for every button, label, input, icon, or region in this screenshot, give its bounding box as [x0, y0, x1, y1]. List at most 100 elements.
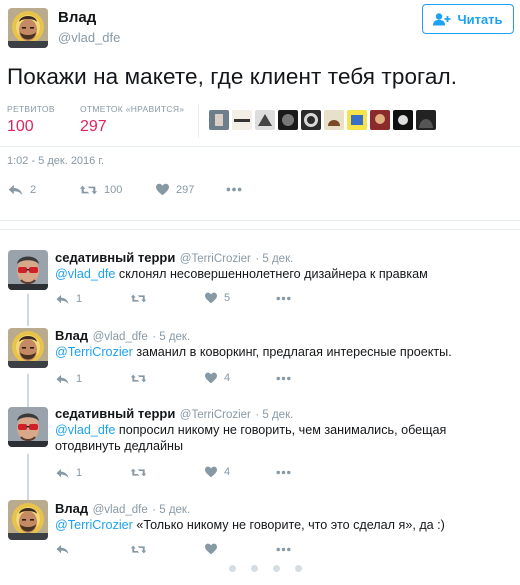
liker-avatar[interactable]	[278, 110, 298, 130]
reply-avatar[interactable]	[8, 328, 48, 368]
like-button[interactable]: 5	[204, 292, 230, 304]
reply-count: 1	[76, 293, 83, 305]
reply-button[interactable]: 2	[7, 184, 36, 196]
author-name[interactable]: Влад	[58, 9, 96, 26]
retweets-label: РЕТВИТОВ	[7, 104, 55, 114]
reply-avatar[interactable]	[8, 500, 48, 540]
retweet-button[interactable]	[130, 373, 147, 384]
retweet-icon	[130, 373, 147, 384]
liker-avatar[interactable]	[370, 110, 390, 130]
like-button[interactable]: 297	[155, 183, 194, 196]
liker-avatar[interactable]	[232, 110, 252, 130]
reply-icon	[55, 544, 70, 555]
liker-avatar[interactable]	[416, 110, 436, 130]
reply-author-name[interactable]: Влад	[55, 328, 88, 343]
reply-date[interactable]: 5 дек.	[262, 253, 293, 265]
more-button[interactable]	[276, 296, 291, 301]
retweet-count: 100	[104, 184, 123, 196]
mention-link[interactable]: @TerriCrozier	[55, 518, 133, 532]
liker-avatar[interactable]	[301, 110, 321, 130]
liker-avatar[interactable]	[347, 110, 367, 130]
like-button[interactable]	[204, 543, 218, 555]
reply-date[interactable]: 5 дек.	[159, 504, 190, 516]
reply-date[interactable]: 5 дек.	[159, 331, 190, 343]
likers-avatars[interactable]	[209, 110, 436, 130]
reply-author-handle[interactable]: @TerriCrozier	[180, 253, 251, 265]
likes-label: ОТМЕТОК «НРАВИТСЯ»	[80, 104, 185, 114]
like-button[interactable]: 4	[204, 466, 230, 478]
reply-icon	[7, 184, 24, 196]
mention-link[interactable]: @vlad_dfe	[55, 267, 115, 281]
reply-count: 1	[76, 467, 83, 479]
thread-line	[27, 454, 29, 500]
follow-button[interactable]: Читать	[422, 4, 514, 34]
retweet-icon	[130, 544, 147, 555]
page-dot[interactable]	[251, 565, 258, 572]
heart-icon	[155, 183, 170, 196]
author-avatar[interactable]	[8, 8, 48, 48]
like-count: 5	[224, 292, 231, 304]
reply-author-handle[interactable]: @vlad_dfe	[93, 504, 148, 516]
more-button[interactable]	[276, 547, 291, 552]
retweet-button[interactable]	[130, 293, 147, 304]
retweets-value: 100	[7, 118, 34, 135]
retweets-stat[interactable]: РЕТВИТОВ 100	[7, 104, 55, 136]
reply-author-name[interactable]: седативный терри	[55, 406, 175, 421]
retweet-button[interactable]: 100	[79, 184, 122, 196]
reply-count: 2	[30, 184, 37, 196]
likes-value: 297	[80, 118, 107, 135]
author-handle[interactable]: @vlad_dfe	[58, 30, 120, 45]
reply-text: @TerriCrozier «Только никому не говорите…	[55, 518, 445, 532]
tweet-timestamp[interactable]: 1:02 - 5 дек. 2016 г.	[7, 155, 104, 167]
reply-text: @TerriCrozier заманил в коворкинг, предл…	[55, 345, 452, 359]
reply-text: @vlad_dfe склонял несовершеннолетнего ди…	[55, 267, 428, 281]
liker-avatar[interactable]	[324, 110, 344, 130]
more-icon	[276, 547, 291, 552]
stats-divider	[198, 104, 199, 138]
mention-link[interactable]: @TerriCrozier	[55, 345, 133, 359]
heart-icon	[204, 466, 218, 478]
reply-author-handle[interactable]: @TerriCrozier	[180, 409, 251, 421]
mention-link[interactable]: @vlad_dfe	[55, 423, 115, 437]
reply-header: Влад @vlad_dfe · 5 дек.	[55, 328, 191, 343]
reply-button[interactable]	[55, 544, 70, 555]
retweet-button[interactable]	[130, 544, 147, 555]
reply-avatar[interactable]	[8, 407, 48, 447]
page-indicator[interactable]	[229, 565, 302, 572]
reply-count: 1	[76, 373, 83, 385]
likes-stat[interactable]: ОТМЕТОК «НРАВИТСЯ» 297	[80, 104, 184, 136]
reply-text: @vlad_dfe попросил никому не говорить, ч…	[55, 423, 447, 453]
more-icon	[276, 376, 291, 381]
follow-icon	[433, 12, 451, 25]
reply-avatar[interactable]	[8, 250, 48, 290]
reply-icon	[55, 294, 70, 305]
retweet-button[interactable]	[130, 467, 147, 478]
page-dot[interactable]	[229, 565, 236, 572]
more-button[interactable]	[276, 470, 291, 475]
retweet-icon	[79, 184, 98, 196]
reply-button[interactable]: 1	[55, 467, 82, 479]
reply-button[interactable]: 1	[55, 293, 82, 305]
reply-author-name[interactable]: седативный терри	[55, 250, 175, 265]
reply-header: Влад @vlad_dfe · 5 дек.	[55, 501, 191, 516]
page-dot[interactable]	[273, 565, 280, 572]
heart-icon	[204, 292, 218, 304]
like-button[interactable]: 4	[204, 372, 230, 384]
more-icon	[226, 187, 242, 192]
liker-avatar[interactable]	[393, 110, 413, 130]
more-button[interactable]	[226, 187, 242, 192]
page-dot[interactable]	[295, 565, 302, 572]
reply-button[interactable]: 1	[55, 373, 82, 385]
reply-author-handle[interactable]: @vlad_dfe	[93, 331, 148, 343]
like-count: 297	[176, 183, 195, 196]
tweet-text: Покажи на макете, где клиент тебя трогал…	[7, 64, 458, 89]
more-button[interactable]	[276, 376, 291, 381]
reply-icon	[55, 374, 70, 385]
heart-icon	[204, 543, 218, 555]
reply-date[interactable]: 5 дек.	[262, 409, 293, 421]
retweet-icon	[130, 467, 147, 478]
retweet-icon	[130, 293, 147, 304]
liker-avatar[interactable]	[255, 110, 275, 130]
reply-author-name[interactable]: Влад	[55, 501, 88, 516]
liker-avatar[interactable]	[209, 110, 229, 130]
